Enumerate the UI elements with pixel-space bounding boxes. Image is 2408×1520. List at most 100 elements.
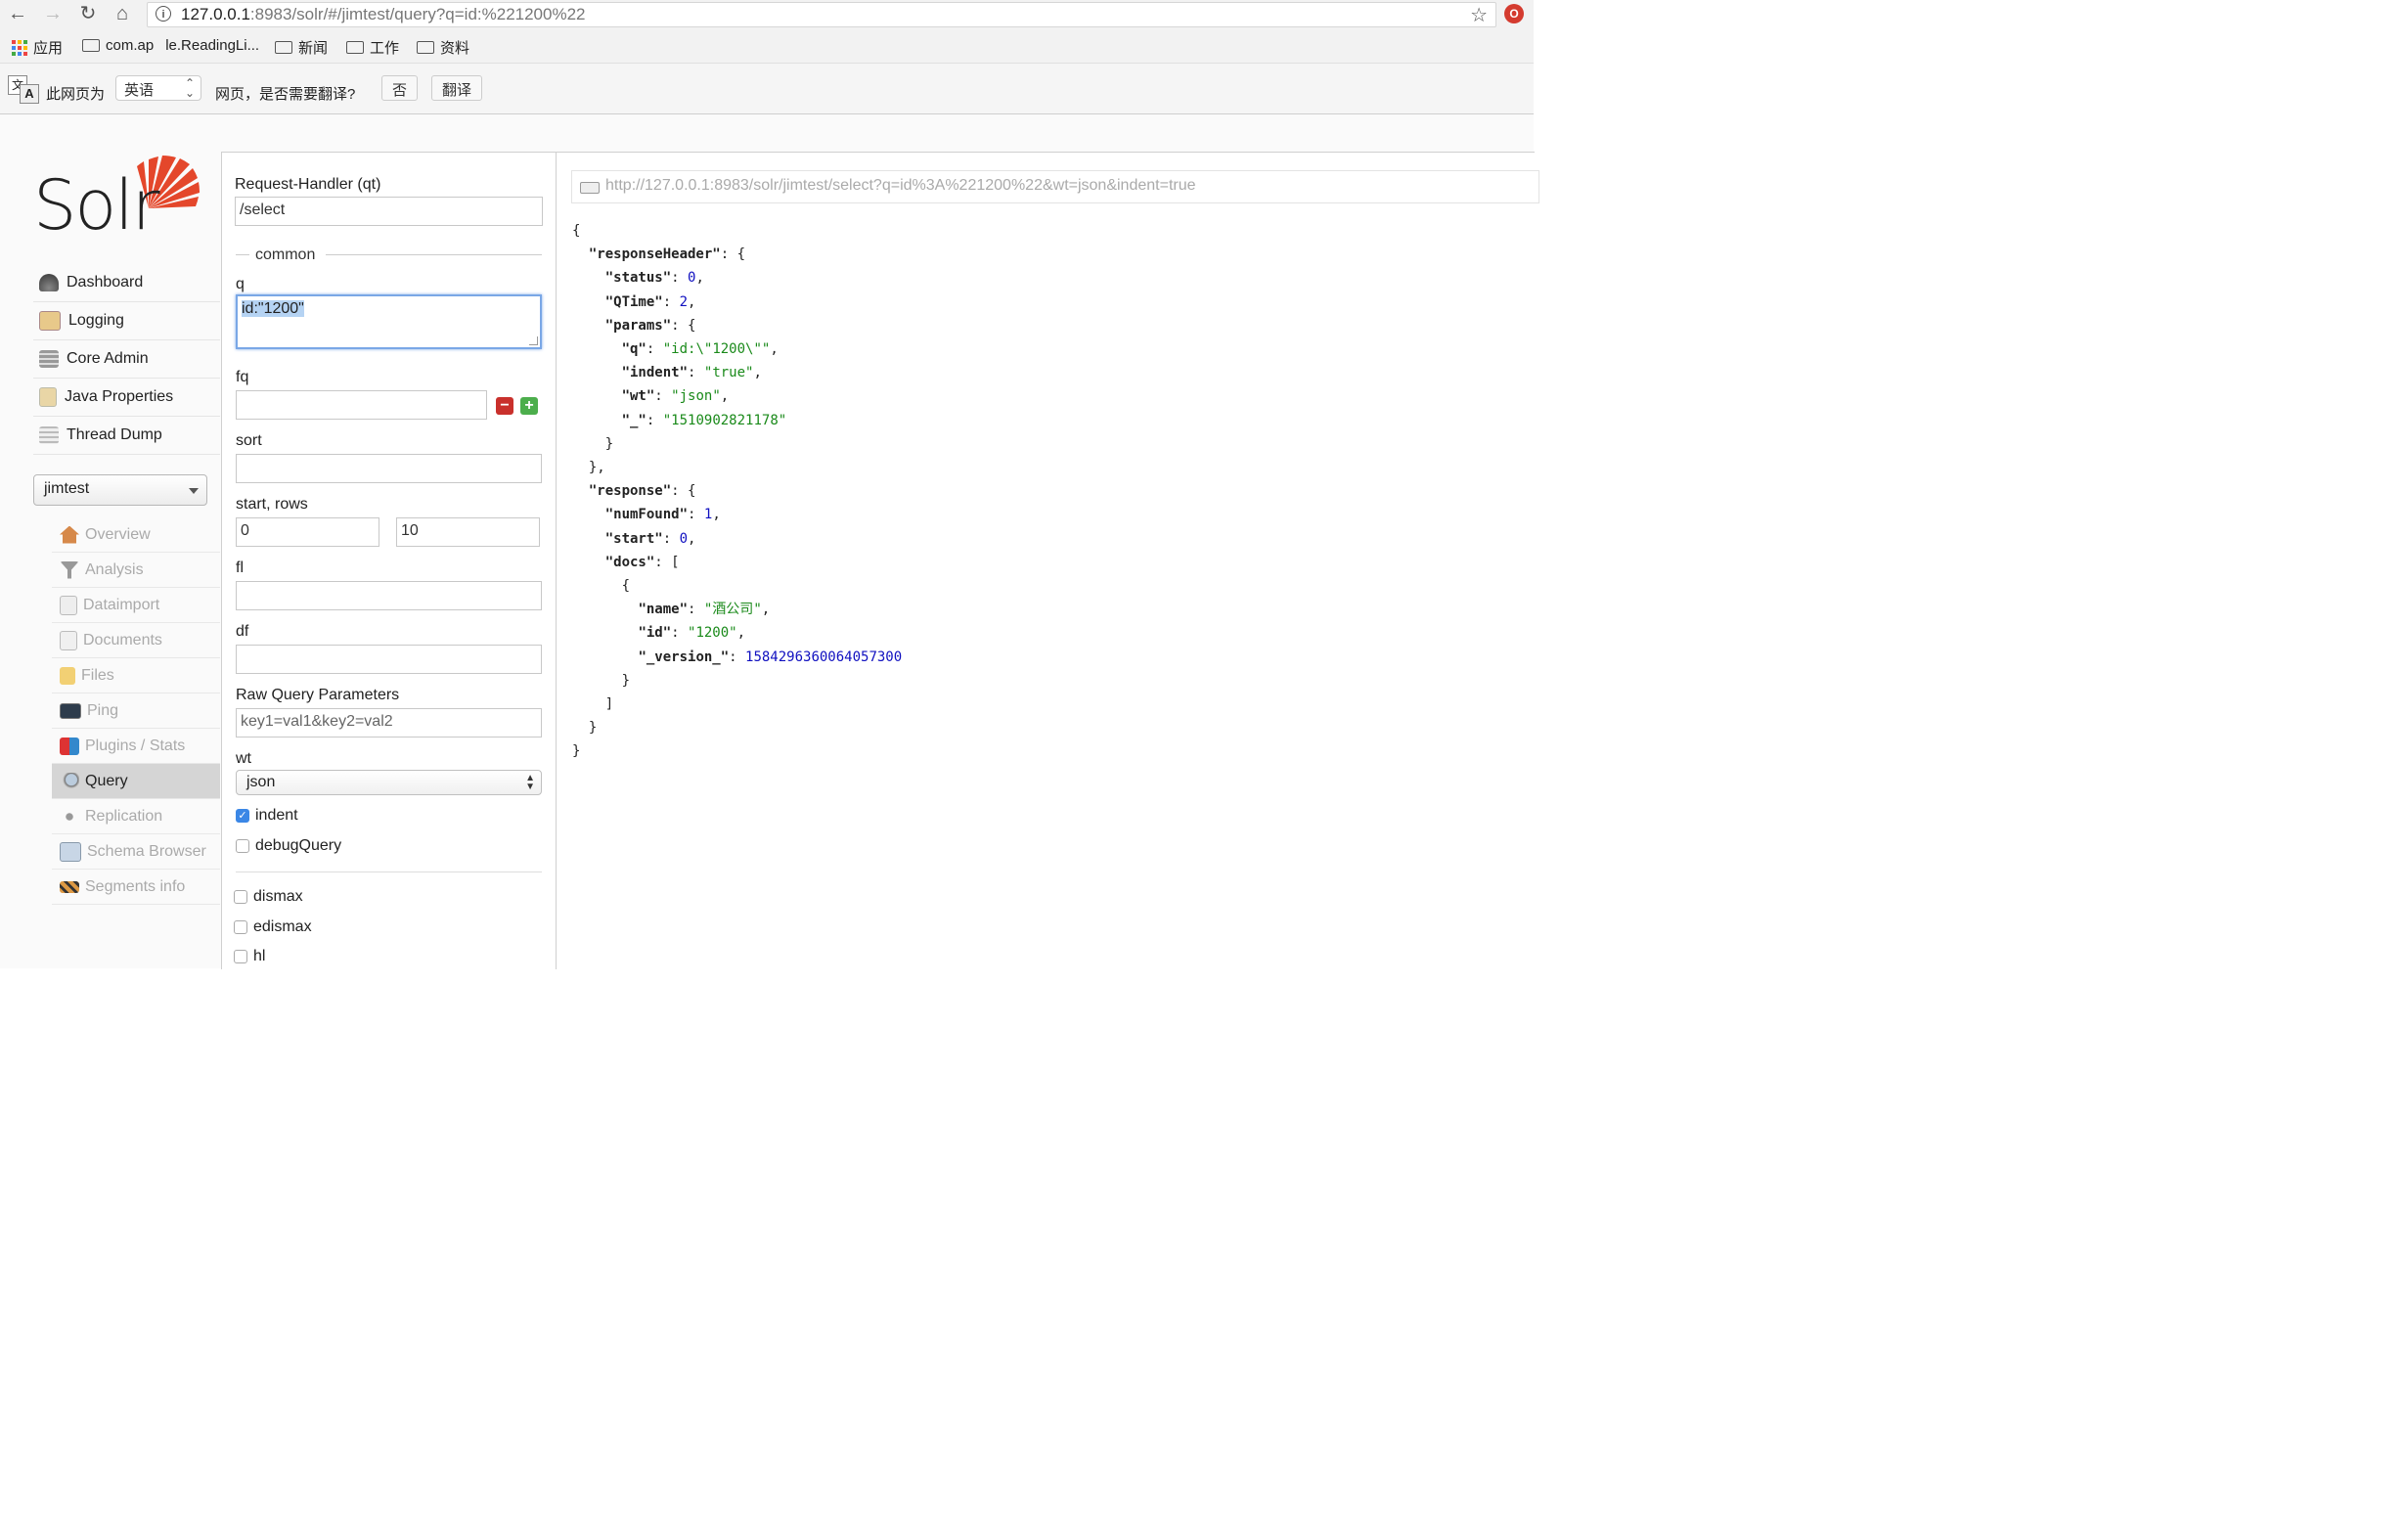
- folder-icon: [275, 41, 292, 54]
- browser-toolbar: ← → ↻ ⌂ i 127.0.0.1:8983/solr/#/jimtest/…: [0, 0, 1534, 29]
- rows-input[interactable]: 10: [396, 517, 540, 547]
- url-icon: [580, 182, 600, 194]
- folder-icon: [82, 39, 100, 52]
- info-icon[interactable]: i: [156, 6, 171, 22]
- json-line: {: [572, 223, 581, 239]
- fq-label: fq: [236, 369, 249, 385]
- edismax-checkbox[interactable]: edismax: [234, 918, 312, 936]
- core-nav-segments[interactable]: Segments info: [52, 870, 220, 905]
- replication-icon: [60, 807, 79, 826]
- funnel-icon: [60, 560, 79, 579]
- core-nav-ping[interactable]: Ping: [52, 693, 220, 729]
- translate-no-button[interactable]: 否: [381, 75, 419, 101]
- folder-icon: [417, 41, 434, 54]
- address-url[interactable]: 127.0.0.1:8983/solr/#/jimtest/query?q=id…: [181, 5, 586, 24]
- debugquery-checkbox[interactable]: debugQuery: [236, 837, 341, 855]
- core-nav-schema-browser[interactable]: Schema Browser: [52, 834, 220, 870]
- checkmark-icon[interactable]: ✓: [236, 809, 249, 823]
- blocks-icon: [60, 737, 79, 755]
- sort-label: sort: [236, 432, 262, 449]
- wt-select[interactable]: json ▲ ▼: [236, 770, 542, 795]
- request-url-link[interactable]: http://127.0.0.1:8983/solr/jimtest/selec…: [571, 170, 1539, 203]
- updown-chevron-icon: ⌃ ⌄: [184, 76, 195, 100]
- raw-params-label: Raw Query Parameters: [236, 687, 400, 703]
- query-result: http://127.0.0.1:8983/solr/jimtest/selec…: [556, 152, 1539, 969]
- core-nav-analysis[interactable]: Analysis: [52, 553, 220, 588]
- core-nav-replication[interactable]: Replication: [52, 799, 220, 834]
- add-fq-icon[interactable]: +: [520, 397, 538, 415]
- core-nav-dataimport[interactable]: Dataimport: [52, 588, 220, 623]
- translate-prefix: 此网页为: [46, 86, 106, 103]
- home-icon[interactable]: ⌂: [111, 3, 133, 24]
- remove-fq-icon[interactable]: −: [496, 397, 513, 415]
- df-label: df: [236, 623, 249, 640]
- q-label: q: [236, 276, 245, 292]
- sort-input[interactable]: [236, 454, 542, 483]
- bookmark-news[interactable]: 新闻: [275, 37, 328, 58]
- core-nav-documents[interactable]: Documents: [52, 623, 220, 658]
- bookmark-apps[interactable]: 应用: [12, 37, 63, 58]
- back-arrow-icon[interactable]: ←: [7, 3, 28, 24]
- logging-icon: [39, 311, 61, 331]
- translate-button[interactable]: 翻译: [431, 75, 483, 101]
- checkbox-box[interactable]: [234, 920, 247, 934]
- solr-logo[interactable]: Solr: [33, 150, 200, 246]
- nav-logging[interactable]: Logging: [33, 302, 220, 340]
- raw-params-input[interactable]: key1=val1&key2=val2: [236, 708, 542, 738]
- forward-arrow-icon[interactable]: →: [42, 3, 64, 24]
- caret-down-icon: [189, 488, 199, 494]
- fq-input[interactable]: [236, 390, 487, 420]
- reload-icon[interactable]: ↻: [77, 3, 99, 24]
- nav-thread-dump[interactable]: Thread Dump: [33, 417, 220, 455]
- bookmark-materials[interactable]: 资料: [417, 37, 469, 58]
- bookmark-star-icon[interactable]: ☆: [1470, 3, 1488, 27]
- nav-dashboard[interactable]: Dashboard: [33, 264, 220, 302]
- start-input[interactable]: 0: [236, 517, 379, 547]
- solr-logo-text: Solr: [33, 165, 159, 246]
- q-textarea[interactable]: id:"1200": [236, 294, 542, 349]
- indent-checkbox[interactable]: ✓ indent: [236, 807, 298, 825]
- core-selector[interactable]: jimtest: [33, 474, 207, 506]
- core-nav: Overview Analysis Dataimport Documents F…: [52, 517, 220, 905]
- nav-java-properties[interactable]: Java Properties: [33, 379, 220, 417]
- bookmark-work[interactable]: 工作: [346, 37, 399, 58]
- handler-label: Request-Handler (qt): [235, 176, 381, 193]
- df-input[interactable]: [236, 645, 542, 674]
- fl-input[interactable]: [236, 581, 542, 610]
- start-rows-label: start, rows: [236, 496, 308, 513]
- checkbox-box[interactable]: [236, 839, 249, 853]
- address-bar[interactable]: i 127.0.0.1:8983/solr/#/jimtest/query?q=…: [147, 2, 1496, 27]
- nav-core-admin[interactable]: Core Admin: [33, 340, 220, 379]
- hl-checkbox[interactable]: hl: [234, 948, 265, 965]
- checkbox-box[interactable]: [234, 950, 247, 963]
- translate-question: 网页，是否需要翻译?: [215, 86, 356, 103]
- import-icon: [60, 595, 77, 615]
- wt-label: wt: [236, 750, 251, 767]
- request-handler-input[interactable]: /select: [235, 197, 543, 226]
- thread-dump-icon: [39, 426, 59, 444]
- core-nav-plugins[interactable]: Plugins / Stats: [52, 729, 220, 764]
- bookmarks-bar: 应用 com.ap le.ReadingLi... 新闻 工作 资料: [0, 29, 1534, 64]
- solr-admin: Solr Dashboard Logging Core Admin Java P…: [0, 114, 1539, 969]
- apps-grid-icon: [12, 39, 27, 56]
- dismax-checkbox[interactable]: dismax: [234, 888, 303, 906]
- translate-icon: 文A: [8, 75, 39, 104]
- query-form: Request-Handler (qt) /select common q id…: [221, 152, 556, 969]
- fl-label: fl: [236, 559, 244, 576]
- extension-icon[interactable]: O: [1504, 4, 1524, 23]
- folder-icon: [60, 666, 75, 685]
- monitor-icon: [60, 702, 81, 719]
- bookmark-reading-list[interactable]: com.ap le.ReadingLi...: [82, 37, 259, 54]
- resize-grip-icon[interactable]: [529, 336, 538, 345]
- core-nav-overview[interactable]: Overview: [52, 517, 220, 553]
- house-icon: [60, 525, 79, 544]
- core-nav-query[interactable]: Query: [52, 764, 220, 799]
- book-icon: [60, 841, 81, 862]
- core-nav-files[interactable]: Files: [52, 658, 220, 693]
- updown-chevron-icon: ▲ ▼: [525, 773, 535, 792]
- barrier-icon: [60, 880, 79, 893]
- translate-language-select[interactable]: 英语 ⌃ ⌄: [115, 75, 201, 101]
- checkbox-box[interactable]: [234, 890, 247, 904]
- java-properties-icon: [39, 387, 57, 407]
- common-fieldset-legend: common: [236, 246, 542, 263]
